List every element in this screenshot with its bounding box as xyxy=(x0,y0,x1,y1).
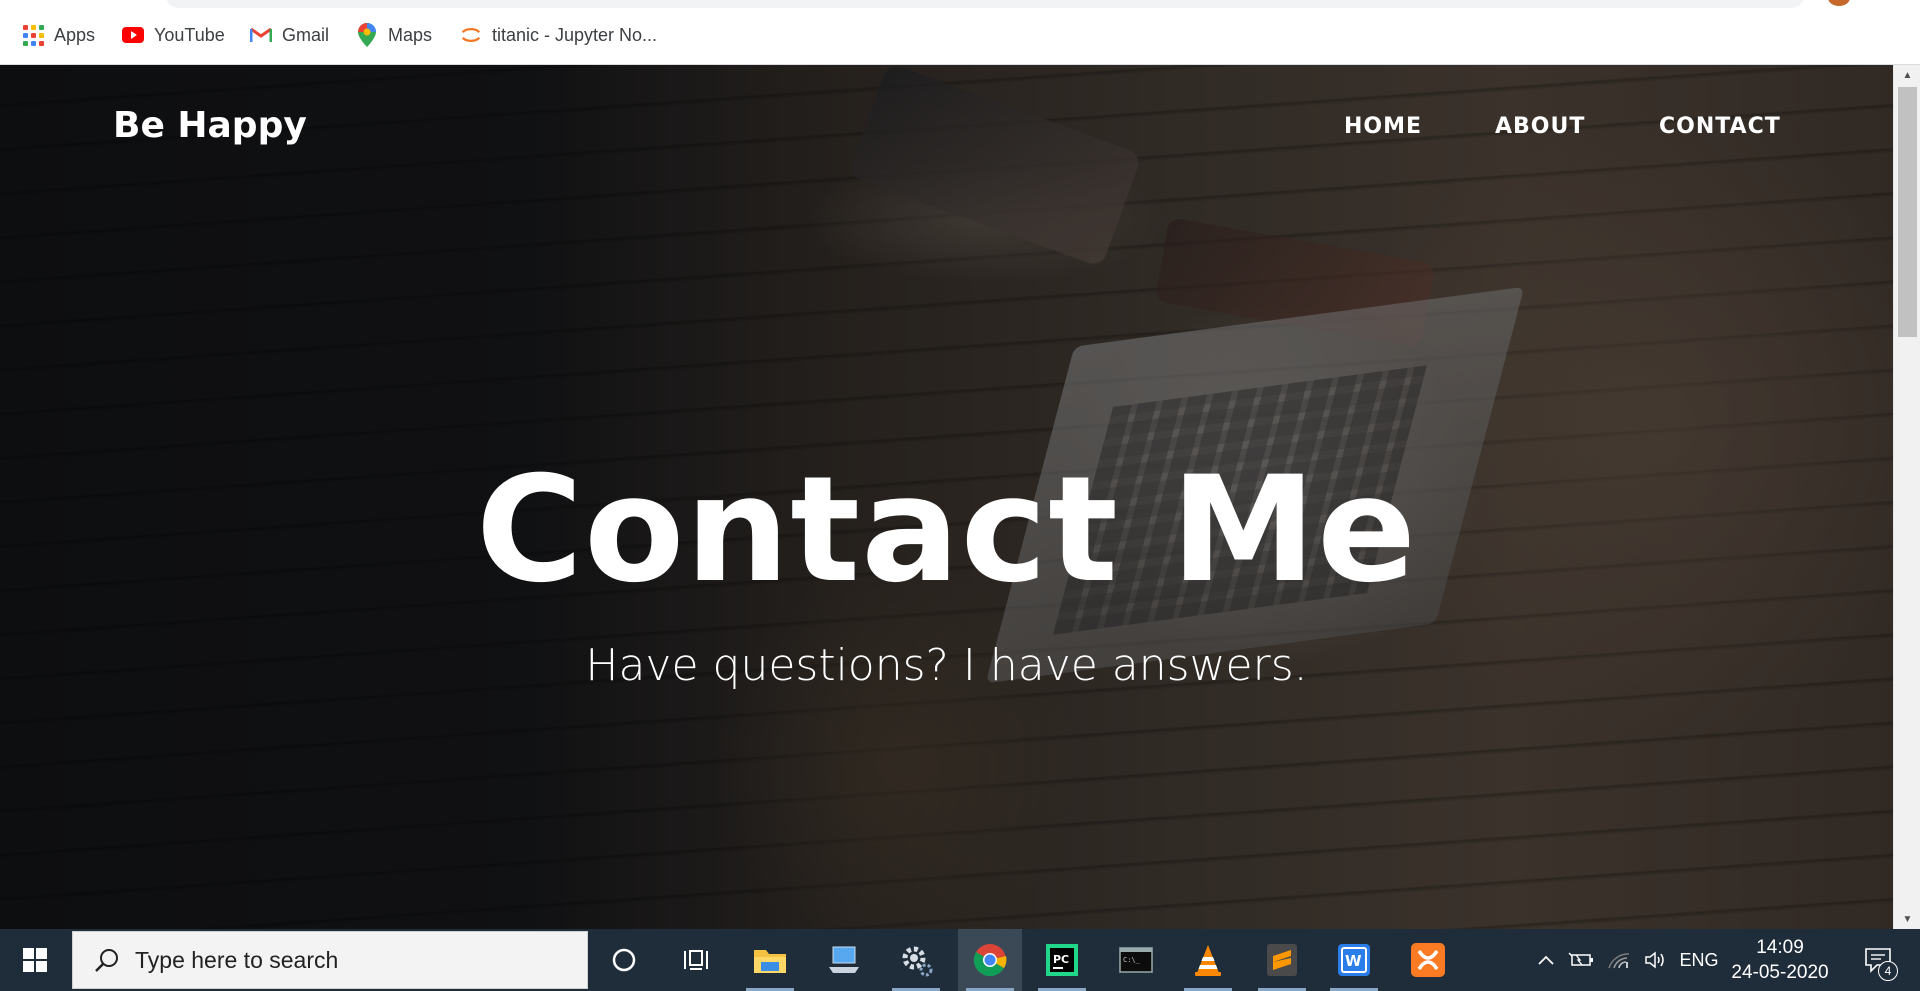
battery-icon[interactable] xyxy=(1566,929,1596,991)
bookmark-apps[interactable]: Apps xyxy=(22,24,95,46)
page-subtitle: Have questions? I have answers. xyxy=(585,640,1308,691)
scrollbar-thumb[interactable] xyxy=(1898,87,1917,337)
scroll-up-arrow-icon[interactable]: ▲ xyxy=(1894,65,1920,85)
chrome-icon[interactable] xyxy=(958,929,1022,991)
youtube-icon xyxy=(122,24,144,46)
bookmark-jupyter[interactable]: titanic - Jupyter No... xyxy=(460,24,657,46)
cortana-icon[interactable] xyxy=(592,929,656,991)
bookmark-youtube[interactable]: YouTube xyxy=(122,24,225,46)
page-title: Contact Me xyxy=(475,445,1418,615)
bookmark-label: titanic - Jupyter No... xyxy=(492,24,658,45)
this-pc-icon[interactable] xyxy=(812,929,876,991)
vertical-scrollbar[interactable]: ▲ ▼ xyxy=(1893,65,1920,929)
terminal-icon[interactable]: C:\_ xyxy=(1104,929,1168,991)
windows-logo-icon xyxy=(23,948,47,972)
windows-taskbar: Type here to search PC C:\_ W ENG 14:09 … xyxy=(0,929,1920,991)
bookmark-maps[interactable]: Maps xyxy=(356,23,433,47)
bookmark-gmail[interactable]: Gmail xyxy=(250,24,329,46)
settings-gear-icon[interactable] xyxy=(884,929,948,991)
jupyter-icon xyxy=(460,24,482,46)
volume-icon[interactable] xyxy=(1640,929,1670,991)
action-center-button[interactable]: 4 xyxy=(1852,929,1904,991)
page-viewport: Be Happy HOME ABOUT CONTACT Contact Me H… xyxy=(0,65,1893,929)
wifi-icon[interactable] xyxy=(1604,929,1634,991)
task-view-icon[interactable] xyxy=(664,929,728,991)
scroll-down-arrow-icon[interactable]: ▼ xyxy=(1894,909,1920,929)
notification-count-badge: 4 xyxy=(1878,961,1898,981)
show-hidden-icons-chevron-icon[interactable] xyxy=(1532,929,1560,991)
taskbar-clock[interactable]: 14:09 24-05-2020 xyxy=(1720,935,1840,985)
bookmark-label: YouTube xyxy=(154,24,225,45)
apps-grid-icon xyxy=(22,24,44,46)
svg-text:PC: PC xyxy=(1053,953,1069,966)
nav-home[interactable]: HOME xyxy=(1344,114,1422,139)
nav-about[interactable]: ABOUT xyxy=(1495,114,1585,139)
bookmark-label: Apps xyxy=(54,24,96,45)
search-placeholder: Type here to search xyxy=(135,946,339,973)
nav-contact[interactable]: CONTACT xyxy=(1659,114,1781,139)
bookmark-label: Gmail xyxy=(282,24,330,45)
svg-text:W: W xyxy=(1345,952,1362,970)
language-indicator[interactable]: ENG xyxy=(1676,929,1722,991)
site-brand[interactable]: Be Happy xyxy=(113,105,307,146)
address-bar[interactable] xyxy=(165,0,1805,8)
search-icon xyxy=(93,946,121,974)
svg-text:C:\_: C:\_ xyxy=(1123,956,1141,964)
wps-office-icon[interactable]: W xyxy=(1322,929,1386,991)
taskbar-search-box[interactable]: Type here to search xyxy=(72,931,588,989)
clock-date: 24-05-2020 xyxy=(1731,962,1829,983)
gmail-icon xyxy=(250,24,272,46)
bookmark-label: Maps xyxy=(388,24,433,45)
vlc-icon[interactable] xyxy=(1176,929,1240,991)
file-explorer-icon[interactable] xyxy=(738,929,802,991)
clock-time: 14:09 xyxy=(1756,937,1804,958)
xampp-icon[interactable] xyxy=(1396,929,1460,991)
profile-avatar[interactable] xyxy=(1828,0,1850,6)
sublime-text-icon[interactable] xyxy=(1250,929,1314,991)
bookmarks-bar: Apps YouTube Gmail Maps titanic - Jupyte… xyxy=(0,0,1920,65)
maps-icon xyxy=(356,23,378,47)
start-button[interactable] xyxy=(0,929,70,991)
pycharm-icon[interactable]: PC xyxy=(1030,929,1094,991)
